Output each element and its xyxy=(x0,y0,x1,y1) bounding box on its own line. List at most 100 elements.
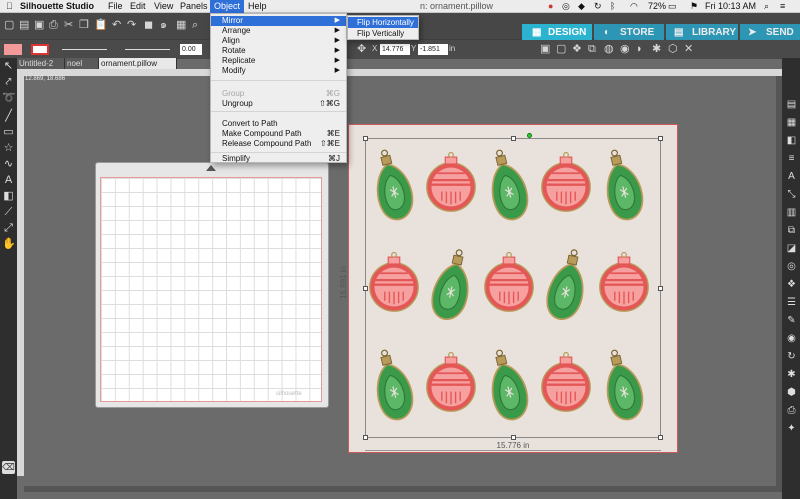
adobe-icon[interactable]: ● xyxy=(548,0,553,13)
paste-icon[interactable]: 📋 xyxy=(94,19,108,31)
new-doc-icon[interactable]: ▢ xyxy=(4,19,14,31)
menu-item-replicate[interactable]: Replicate ▶ xyxy=(211,56,346,66)
offset-icon[interactable]: ◍ xyxy=(604,43,614,55)
align-panel-icon[interactable]: ▥ xyxy=(785,206,798,219)
zoom-icon[interactable]: ⌕ xyxy=(192,19,198,31)
undo-icon[interactable]: ↶ xyxy=(112,19,121,31)
bluetooth-icon[interactable]: ᛒ xyxy=(610,0,615,13)
tab-send[interactable]: ➤ SEND xyxy=(740,24,800,41)
cut-icon[interactable]: ✂ xyxy=(64,19,73,31)
menu-item-rotate[interactable]: Rotate ▶ xyxy=(211,46,346,56)
sync-icon[interactable]: ↻ xyxy=(594,0,602,13)
battery-icon[interactable]: ▭ xyxy=(668,0,677,13)
trash-icon[interactable]: ⌫ xyxy=(2,461,15,474)
selection-box[interactable] xyxy=(363,133,663,440)
line-tool-icon[interactable]: ╱ xyxy=(2,110,15,123)
doc-tab-untitled-2[interactable]: Untitled-2 xyxy=(17,58,65,69)
line-width-field[interactable]: 0.00 xyxy=(180,44,202,55)
menu-edit[interactable]: Edit xyxy=(130,0,146,13)
pixscan-panel-icon[interactable]: ✱ xyxy=(785,368,798,381)
library-box-icon[interactable]: ⬡ xyxy=(668,43,678,55)
tab-design[interactable]: ▦ DESIGN xyxy=(522,24,592,41)
star-icon[interactable]: ✦ xyxy=(785,422,798,435)
group-icon[interactable]: ▣ xyxy=(540,43,550,55)
menu-item-make-compound-path[interactable]: Make Compound Path ⌘E xyxy=(211,129,346,139)
fill-color-swatch[interactable] xyxy=(4,44,22,55)
select-arrow-icon[interactable]: ↖ xyxy=(2,60,15,73)
resize-handle-top[interactable] xyxy=(511,136,516,141)
cutting-mat[interactable]: silhouette xyxy=(95,162,329,408)
offset-panel-icon[interactable]: ◎ xyxy=(785,260,798,273)
eraser-icon[interactable]: ◧ xyxy=(2,190,15,203)
knife-tool-icon[interactable]: ⟋ xyxy=(2,206,15,219)
grid-settings-icon[interactable]: ▦ xyxy=(785,116,798,129)
tab-library[interactable]: ▤ LIBRARY xyxy=(666,24,738,41)
spotlight-icon[interactable]: ⌕ xyxy=(764,0,769,13)
spiral-icon[interactable]: ๑ xyxy=(160,19,167,31)
ungroup-icon[interactable]: ▢ xyxy=(556,43,566,55)
sketch-icon[interactable]: ✎ xyxy=(785,314,798,327)
menu-item-convert-to-path[interactable]: Convert to Path xyxy=(211,119,346,129)
polygon-tool-icon[interactable]: ☆ xyxy=(2,142,15,155)
menu-item-release-compound-path[interactable]: Release Compound Path ⇧⌘E xyxy=(211,139,346,149)
resize-handle-bottom[interactable] xyxy=(511,435,516,440)
resize-handle-tr[interactable] xyxy=(658,136,663,141)
trace-icon[interactable]: ◉ xyxy=(620,43,630,55)
delete-x-icon[interactable]: ✕ xyxy=(684,43,693,55)
shape-icon[interactable]: ◼ xyxy=(144,19,153,31)
battery-percent[interactable]: 72% xyxy=(648,0,666,13)
save-icon[interactable]: ▣ xyxy=(34,19,44,31)
line-style-selector[interactable] xyxy=(62,49,107,50)
y-position-field[interactable]: -1.851 xyxy=(418,44,448,55)
apple-icon[interactable]:  xyxy=(6,0,13,13)
nesting-icon[interactable]: ⬢ xyxy=(785,386,798,399)
menu-item-modify[interactable]: Modify ▶ xyxy=(211,66,346,76)
knife-icon[interactable]: ◗ xyxy=(636,43,643,55)
trace-panel-icon[interactable]: ❖ xyxy=(785,278,798,291)
point-edit-icon[interactable]: ⤤ xyxy=(2,76,15,89)
menu-help[interactable]: Help xyxy=(248,0,267,13)
doc-tab-ornament-pillow[interactable]: ornament.pillow xyxy=(99,58,177,69)
redo-icon[interactable]: ↷ xyxy=(127,19,136,31)
weld-icon[interactable]: ❖ xyxy=(572,43,582,55)
resize-handle-tl[interactable] xyxy=(363,136,368,141)
modify-panel-icon[interactable]: ◪ xyxy=(785,242,798,255)
fill-panel-icon[interactable]: ◧ xyxy=(785,134,798,147)
menu-object[interactable]: Object xyxy=(210,0,245,13)
creative-cloud-icon[interactable]: ◎ xyxy=(562,0,570,13)
menu-file[interactable]: File xyxy=(108,0,123,13)
x-position-field[interactable]: 14.776 xyxy=(380,44,410,55)
vertical-scrollbar[interactable] xyxy=(776,76,782,486)
horizontal-scrollbar[interactable] xyxy=(24,486,782,492)
menu-app-name[interactable]: Silhouette Studio xyxy=(20,0,94,13)
flip-vertically-item[interactable]: Flip Vertically xyxy=(348,28,418,39)
shield-icon[interactable]: ◆ xyxy=(578,0,585,13)
doc-tab-noel[interactable]: noel xyxy=(65,58,99,69)
menu-item-align[interactable]: Align ▶ xyxy=(211,36,346,46)
menu-item-mirror[interactable]: Mirror ▶ xyxy=(211,16,346,26)
resize-handle-br[interactable] xyxy=(658,435,663,440)
menu-item-arrange[interactable]: Arrange ▶ xyxy=(211,26,346,36)
open-icon[interactable]: ▤ xyxy=(19,19,29,31)
library-panel-icon[interactable]: ◉ xyxy=(785,332,798,345)
resize-handle-right[interactable] xyxy=(658,286,663,291)
grid-icon[interactable]: ▦ xyxy=(176,19,186,31)
text-style-icon[interactable]: A xyxy=(785,170,798,183)
resize-handle-bl[interactable] xyxy=(363,435,368,440)
line-panel-icon[interactable]: ≡ xyxy=(785,152,798,165)
page-setup-icon[interactable]: ▤ xyxy=(785,98,798,111)
layers-icon[interactable]: ☰ xyxy=(785,296,798,309)
menu-item-simplify[interactable]: Simplify ⌘J xyxy=(211,154,346,164)
resize-handle-left[interactable] xyxy=(363,286,368,291)
notification-center-icon[interactable]: ≡ xyxy=(780,0,785,13)
rectangle-tool-icon[interactable]: ▭ xyxy=(2,126,15,139)
pan-icon[interactable]: ✋ xyxy=(2,238,16,251)
wifi-icon[interactable]: ◠ xyxy=(630,0,638,13)
print-cut-icon[interactable]: ⎙ xyxy=(785,404,798,417)
ornament-design[interactable]: // draw ornament grid (purely decorative… xyxy=(339,124,678,453)
clock[interactable]: Fri 10:13 AM xyxy=(705,0,756,13)
lasso-icon[interactable]: ➰ xyxy=(2,92,16,105)
flip-horizontally-item[interactable]: Flip Horizontally xyxy=(348,17,418,28)
print-icon[interactable]: ⎙ xyxy=(49,19,58,31)
replicate-icon[interactable]: ⧉ xyxy=(588,43,596,55)
